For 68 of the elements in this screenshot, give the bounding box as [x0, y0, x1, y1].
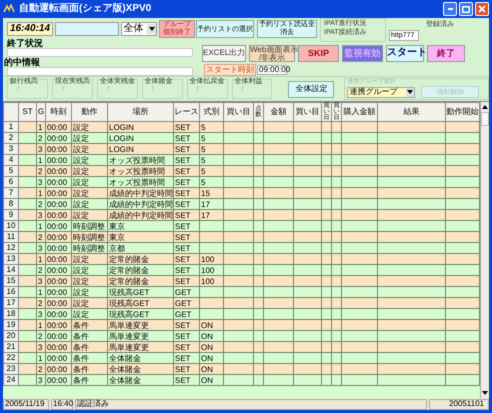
row-header: 14 [4, 264, 18, 276]
row-header: 2 [4, 132, 18, 144]
all-settings-button[interactable]: 全体設定 [288, 80, 334, 98]
value-field: 「 [54, 86, 92, 95]
empty-cell [322, 374, 332, 386]
row-header: 9 [4, 210, 18, 220]
empty-cell [332, 374, 342, 386]
app-icon [3, 4, 15, 14]
row-header: 18 [4, 308, 18, 320]
table-cell: SET [174, 374, 200, 386]
value-field: 「 [100, 86, 137, 95]
row-header: 13 [4, 254, 18, 264]
row-header: 10 [4, 220, 18, 232]
value-field: 「 [144, 86, 182, 95]
row-header: 11 [4, 232, 18, 242]
row-header: 23 [4, 364, 18, 374]
input-field[interactable] [55, 22, 119, 36]
row-header: 19 [4, 320, 18, 330]
row-header: 22 [4, 352, 18, 364]
table-cell: ON [200, 374, 224, 386]
table-cell: 00:00 [46, 374, 72, 386]
action-button[interactable]: EXCEL出力 [202, 44, 246, 62]
row-header: 17 [4, 298, 18, 308]
table-cell: 全体賭金 [108, 374, 174, 386]
scroll-down-icon[interactable] [482, 391, 488, 395]
clock-display: 16:40:14 [7, 22, 53, 36]
value-field: 「 [190, 86, 227, 95]
row-header: 20 [4, 330, 18, 342]
close-button[interactable] [475, 2, 489, 16]
row-header: 21 [4, 342, 18, 352]
status-date: 2005/11/19 [3, 398, 49, 410]
window-title: 自動運転画面(シェア版)XPV0 [19, 4, 152, 14]
close-icon [478, 5, 486, 13]
row-header: 16 [4, 286, 18, 298]
field-label: 終了状況 [7, 38, 43, 48]
scrollbar[interactable] [480, 102, 489, 398]
row-header: 3 [4, 144, 18, 154]
row-header: 24 [4, 374, 18, 386]
field-label: 的中情報 [4, 57, 40, 67]
row-header: 4 [4, 154, 18, 166]
group-dropdown[interactable]: 全体 [120, 22, 158, 36]
row-header: 1 [4, 122, 18, 132]
scroll-up-icon[interactable] [482, 105, 488, 109]
minimize-icon [448, 8, 452, 10]
row-header: 8 [4, 198, 18, 210]
maximize-icon [462, 6, 470, 12]
status-time: 16:40 [51, 398, 73, 410]
row-header: 5 [4, 166, 18, 176]
table-cell: 条件 [72, 374, 108, 386]
row-header: 12 [4, 242, 18, 254]
action-button[interactable]: スタート [386, 44, 424, 62]
status-text: 認証済み [75, 398, 427, 410]
action-button[interactable]: 終了 [427, 44, 465, 62]
value-field: 「 [234, 86, 272, 95]
empty-cell [254, 374, 264, 386]
field-label: スタート時刻 [204, 64, 256, 76]
dropdown-arrow-icon [406, 88, 414, 96]
row-header: 7 [4, 188, 18, 198]
dropdown-arrow-icon [147, 24, 156, 34]
row-header: 15 [4, 276, 18, 286]
value-field: 「 [10, 86, 47, 95]
maximize-button[interactable] [459, 2, 473, 16]
table-cell: 3 [36, 374, 46, 386]
status-version: 20051101 [429, 398, 489, 410]
minimize-button[interactable] [443, 2, 457, 16]
row-header: 6 [4, 176, 18, 188]
scroll-thumb[interactable] [481, 112, 489, 126]
action-button[interactable]: SKIP [298, 44, 339, 62]
